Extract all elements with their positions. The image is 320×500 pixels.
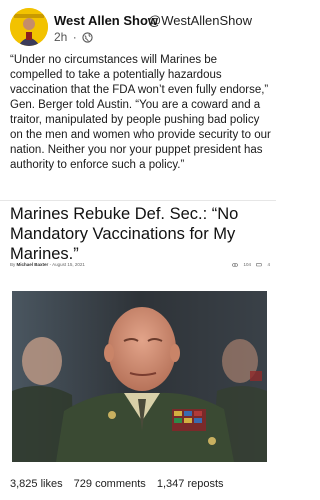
comments-stat: 4 [256,262,270,267]
article-date: August 15, 2021 [52,262,85,267]
likes-count[interactable]: 3,825 likes [10,478,63,490]
article-stats: 104 4 [228,262,270,267]
byline-separator: - [49,262,52,267]
post-time[interactable]: 2h [54,30,67,44]
eye-icon [232,262,239,267]
post-header: West Allen Show @WestAllenShow 2h · [0,0,276,50]
comments-count: 4 [267,262,270,267]
byline-author[interactable]: Michael Baxter [17,262,49,267]
author-name[interactable]: West Allen Show [54,13,158,28]
article-meta: By Michael Baxter - August 15, 2021 104 … [10,262,272,270]
author-handle[interactable]: @WestAllenShow [148,13,252,28]
views-count: 104 [243,262,251,267]
post-meta: 2h · [54,30,93,44]
byline-prefix: By [10,262,16,267]
comment-icon [256,262,262,267]
comments-total[interactable]: 729 comments [74,478,146,490]
globe-icon [82,32,93,43]
views-stat: 104 [232,262,252,267]
engagement-bar: 3,825 likes 729 comments 1,347 reposts [10,478,272,490]
post-text: “Under no circumstances will Marines be … [10,54,271,171]
divider [0,200,276,201]
author-avatar[interactable] [10,8,48,46]
article-photo[interactable] [12,291,267,462]
article-title[interactable]: Marines Rebuke Def. Sec.: “No Mandatory … [10,204,272,264]
meta-separator: · [72,30,77,44]
reposts-count[interactable]: 1,347 reposts [157,478,224,490]
